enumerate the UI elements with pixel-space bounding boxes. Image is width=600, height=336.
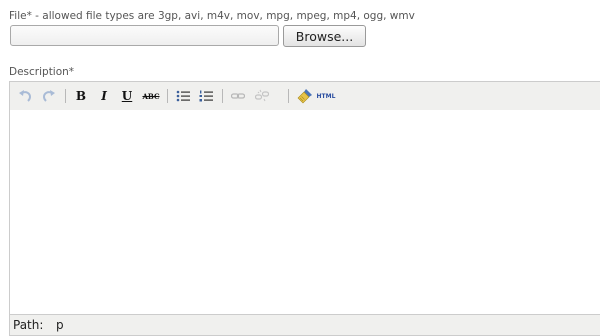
unlink-icon bbox=[255, 89, 269, 102]
path-label: Path: bbox=[13, 318, 44, 332]
bold-icon: B bbox=[75, 89, 87, 103]
strikethrough-icon: ABC bbox=[142, 91, 160, 101]
toolbar-separator bbox=[288, 89, 289, 103]
file-path-input[interactable] bbox=[10, 25, 279, 46]
strikethrough-button[interactable]: ABC bbox=[141, 87, 161, 105]
numbered-list-icon bbox=[199, 90, 213, 102]
path-element[interactable]: p bbox=[56, 318, 64, 332]
html-icon: HTML bbox=[316, 92, 336, 100]
rich-text-editor: B I U ABC HTML Path: p bbox=[9, 81, 600, 336]
toolbar-separator bbox=[65, 89, 66, 103]
italic-icon: I bbox=[101, 89, 107, 103]
underline-button[interactable]: U bbox=[118, 87, 136, 105]
numbered-list-button[interactable] bbox=[197, 87, 215, 105]
browse-button[interactable]: Browse... bbox=[283, 25, 366, 47]
toolbar-separator bbox=[222, 89, 223, 103]
redo-button[interactable] bbox=[40, 87, 58, 105]
editor-statusbar: Path: p bbox=[10, 314, 600, 335]
unlink-button[interactable] bbox=[253, 87, 271, 105]
italic-button[interactable]: I bbox=[95, 87, 113, 105]
bullet-list-button[interactable] bbox=[174, 87, 192, 105]
undo-icon bbox=[19, 90, 32, 102]
editor-content-area[interactable] bbox=[10, 110, 600, 315]
file-field-label: File* - allowed file types are 3gp, avi,… bbox=[9, 10, 415, 22]
html-source-button[interactable]: HTML bbox=[314, 87, 338, 105]
cleanup-button[interactable] bbox=[296, 87, 314, 105]
cleanup-icon bbox=[297, 89, 312, 104]
editor-toolbar: B I U ABC HTML bbox=[10, 82, 600, 111]
bold-button[interactable]: B bbox=[72, 87, 90, 105]
link-button[interactable] bbox=[229, 87, 247, 105]
description-label: Description* bbox=[9, 66, 75, 78]
link-icon bbox=[231, 93, 245, 99]
redo-icon bbox=[42, 90, 55, 102]
undo-button[interactable] bbox=[16, 87, 34, 105]
bullet-list-icon bbox=[176, 90, 190, 102]
underline-icon: U bbox=[121, 89, 133, 103]
toolbar-separator bbox=[167, 89, 168, 103]
